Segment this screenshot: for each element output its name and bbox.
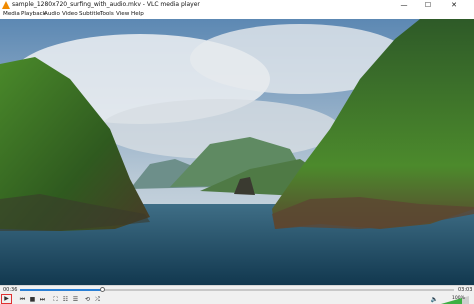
elapsed-time: 00:36 <box>3 287 18 293</box>
video-frame <box>0 19 474 285</box>
menu-help[interactable]: Help <box>131 11 144 17</box>
seek-progress <box>20 289 103 291</box>
control-bar: 00:36 03:03 ▶ ⏮ ■ ⏭ ⛶ ☷ ☰ ⟲ ⤮ 🔈 100% <box>0 285 474 304</box>
volume-icon[interactable]: 🔈 <box>430 295 439 304</box>
menu-media[interactable]: Media <box>3 11 20 17</box>
close-button[interactable]: ✕ <box>444 0 464 10</box>
menu-view[interactable]: View <box>116 11 129 17</box>
window-title: sample_1280x720_surfing_with_audio.mkv -… <box>12 1 200 8</box>
extended-settings-button[interactable]: ☷ <box>61 295 70 304</box>
vlc-cone-icon <box>2 1 10 9</box>
menu-tools[interactable]: Tools <box>100 11 114 17</box>
menu-audio[interactable]: Audio <box>44 11 60 17</box>
shuffle-button[interactable]: ⤮ <box>93 295 102 304</box>
next-button[interactable]: ⏭ <box>38 295 47 304</box>
maximize-button[interactable]: ☐ <box>418 0 438 10</box>
fullscreen-button[interactable]: ⛶ <box>51 295 60 304</box>
volume-percent: 100% <box>452 296 465 301</box>
loop-button[interactable]: ⟲ <box>83 295 92 304</box>
menu-playback[interactable]: Playback <box>21 11 46 17</box>
menu-bar: Media Playback Audio Video Subtitle Tool… <box>0 10 474 19</box>
menu-video[interactable]: Video <box>62 11 78 17</box>
playlist-button[interactable]: ☰ <box>71 295 80 304</box>
total-time: 03:03 <box>458 287 473 293</box>
seek-handle[interactable] <box>99 287 105 292</box>
minimize-button[interactable]: — <box>394 0 414 10</box>
menu-subtitle[interactable]: Subtitle <box>79 11 101 17</box>
stop-button[interactable]: ■ <box>28 295 37 304</box>
video-area[interactable] <box>0 19 474 285</box>
title-bar: sample_1280x720_surfing_with_audio.mkv -… <box>0 0 474 10</box>
play-button[interactable]: ▶ <box>1 294 12 304</box>
previous-button[interactable]: ⏮ <box>18 295 27 304</box>
seek-slider[interactable] <box>20 287 454 292</box>
